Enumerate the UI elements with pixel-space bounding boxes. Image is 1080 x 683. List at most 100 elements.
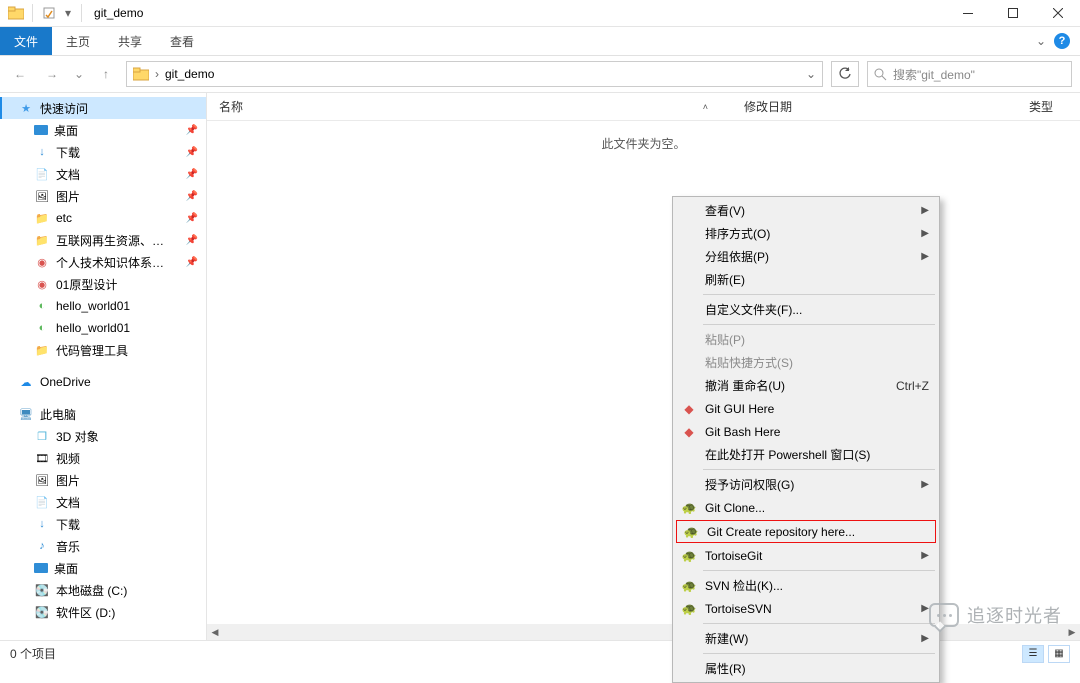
sidebar-item-hw2[interactable]: ◐hello_world01	[0, 317, 206, 339]
search-placeholder: 搜索"git_demo"	[893, 66, 975, 83]
pictures-icon: 🖼	[34, 472, 50, 488]
back-button[interactable]: ←	[8, 62, 32, 86]
column-header-type[interactable]: 类型	[1017, 98, 1080, 115]
sidebar-item-3dobjects[interactable]: ❐3D 对象	[0, 425, 206, 447]
watermark: 追逐时光者	[929, 602, 1062, 628]
cm-git-gui[interactable]: ◆Git GUI Here	[675, 397, 937, 420]
ribbon-expand-icon[interactable]: ⌄	[1036, 34, 1046, 48]
search-box[interactable]: 搜索"git_demo"	[867, 61, 1072, 87]
scroll-left-icon[interactable]: ◀	[207, 624, 223, 640]
document-icon: 📄	[34, 166, 50, 182]
qat-dropdown-icon[interactable]: ▾	[61, 6, 75, 20]
cm-customize[interactable]: 自定义文件夹(F)...	[675, 298, 937, 321]
folder-icon: 📁	[34, 210, 50, 226]
pin-icon: 📌	[186, 191, 198, 202]
properties-icon[interactable]	[39, 3, 59, 23]
cm-refresh[interactable]: 刷新(E)	[675, 268, 937, 291]
cm-git-clone[interactable]: 🐢Git Clone...	[675, 496, 937, 519]
desktop-icon	[34, 125, 48, 135]
refresh-button[interactable]	[831, 61, 859, 87]
ribbon-tab-file[interactable]: 文件	[0, 27, 52, 55]
cm-access[interactable]: 授予访问权限(G)▶	[675, 473, 937, 496]
address-bar[interactable]: › git_demo ⌄	[126, 61, 823, 87]
folder-icon	[133, 67, 149, 81]
scroll-right-icon[interactable]: ▶	[1064, 624, 1080, 640]
pin-icon: 📌	[186, 235, 198, 246]
sidebar-item-thispc[interactable]: 🖥此电脑	[0, 403, 206, 425]
sidebar-item-internet[interactable]: 📁互联网再生资源、废品回收📌	[0, 229, 206, 251]
folder-icon[interactable]	[6, 3, 26, 23]
star-icon: ★	[18, 100, 34, 116]
close-button[interactable]	[1035, 0, 1080, 27]
minimize-button[interactable]	[945, 0, 990, 27]
folder-icon: 📁	[34, 232, 50, 248]
details-view-button[interactable]: ☰	[1022, 645, 1044, 663]
ribbon-tab-share[interactable]: 共享	[104, 27, 156, 55]
titlebar: ▾ git_demo	[0, 0, 1080, 27]
onedrive-icon: ☁	[18, 374, 34, 390]
sidebar-item-desktop[interactable]: 桌面📌	[0, 119, 206, 141]
document-icon: 📄	[34, 494, 50, 510]
sidebar-item-downloads[interactable]: ↓下载📌	[0, 141, 206, 163]
sidebar-item-downloads2[interactable]: ↓下载	[0, 513, 206, 535]
sidebar-item-onedrive[interactable]: ☁OneDrive	[0, 371, 206, 393]
chevron-right-icon: ▶	[921, 228, 929, 239]
address-dropdown-icon[interactable]: ⌄	[806, 67, 816, 81]
sidebar-item-desktop2[interactable]: 桌面	[0, 557, 206, 579]
forward-button[interactable]: →	[40, 62, 64, 86]
shortcut-label: Ctrl+Z	[896, 379, 929, 393]
cm-sort[interactable]: 排序方式(O)▶	[675, 222, 937, 245]
cm-group[interactable]: 分组依据(P)▶	[675, 245, 937, 268]
pc-icon: 🖥	[18, 406, 34, 422]
cm-powershell[interactable]: 在此处打开 Powershell 窗口(S)	[675, 443, 937, 466]
cm-tortoise-svn[interactable]: 🐢TortoiseSVN▶	[675, 597, 937, 620]
column-header-date[interactable]: 修改日期	[732, 98, 1017, 115]
maximize-button[interactable]	[990, 0, 1035, 27]
pin-icon: 📌	[186, 257, 198, 268]
window-title: git_demo	[94, 6, 143, 20]
sidebar-item-soft-d[interactable]: 💽软件区 (D:)	[0, 601, 206, 623]
sidebar-item-etc[interactable]: 📁etc📌	[0, 207, 206, 229]
cm-highlight-box: 🐢Git Create repository here...	[676, 520, 936, 543]
sidebar-item-proto[interactable]: ◉01原型设计	[0, 273, 206, 295]
tortoise-icon: 🐢	[681, 500, 697, 516]
ribbon-tab-home[interactable]: 主页	[52, 27, 104, 55]
large-icons-view-button[interactable]: ▦	[1048, 645, 1070, 663]
sidebar-item-quick-access[interactable]: ★ 快速访问	[0, 97, 206, 119]
chevron-right-icon[interactable]: ›	[155, 67, 159, 81]
sidebar-item-music[interactable]: ♪音乐	[0, 535, 206, 557]
sidebar-item-pictures[interactable]: 🖼图片📌	[0, 185, 206, 207]
cm-svn-checkout[interactable]: 🐢SVN 检出(K)...	[675, 574, 937, 597]
search-icon	[874, 68, 887, 81]
cm-tortoise-git[interactable]: 🐢TortoiseGit▶	[675, 544, 937, 567]
cm-paste: 粘贴(P)	[675, 328, 937, 351]
chevron-right-icon: ▶	[921, 479, 929, 490]
cm-view[interactable]: 查看(V)▶	[675, 199, 937, 222]
column-headers: 名称 ˄ 修改日期 类型	[207, 93, 1080, 121]
sidebar-item-local-c[interactable]: 💽本地磁盘 (C:)	[0, 579, 206, 601]
ribbon-tab-view[interactable]: 查看	[156, 27, 208, 55]
ribbon-tabs: 文件 主页 共享 查看 ⌄ ?	[0, 27, 1080, 56]
cm-paste-shortcut: 粘贴快捷方式(S)	[675, 351, 937, 374]
cm-properties[interactable]: 属性(R)	[675, 657, 937, 680]
item-count: 0 个项目	[10, 645, 56, 662]
sidebar-item-codemanage[interactable]: 📁代码管理工具	[0, 339, 206, 361]
column-header-name[interactable]: 名称 ˄	[207, 98, 732, 115]
sidebar-item-documents[interactable]: 📄文档📌	[0, 163, 206, 185]
sidebar-item-hw1[interactable]: ◐hello_world01	[0, 295, 206, 317]
cm-git-bash[interactable]: ◆Git Bash Here	[675, 420, 937, 443]
help-icon[interactable]: ?	[1054, 33, 1070, 49]
recent-dropdown-icon[interactable]: ⌄	[72, 62, 86, 86]
breadcrumb-segment[interactable]: git_demo	[165, 67, 214, 81]
cm-new[interactable]: 新建(W)▶	[675, 627, 937, 650]
sidebar-item-documents2[interactable]: 📄文档	[0, 491, 206, 513]
cm-git-create[interactable]: 🐢Git Create repository here...	[677, 521, 935, 542]
cm-undo-rename[interactable]: 撤消 重命名(U)Ctrl+Z	[675, 374, 937, 397]
pin-icon: 📌	[186, 125, 198, 136]
sidebar-item-videos[interactable]: 🎞视频	[0, 447, 206, 469]
sidebar-item-pictures2[interactable]: 🖼图片	[0, 469, 206, 491]
up-button[interactable]: ↑	[94, 62, 118, 86]
app-icon: ◐	[34, 298, 50, 314]
pin-icon: 📌	[186, 147, 198, 158]
sidebar-item-personal[interactable]: ◉个人技术知识体系@吴川生📌	[0, 251, 206, 273]
